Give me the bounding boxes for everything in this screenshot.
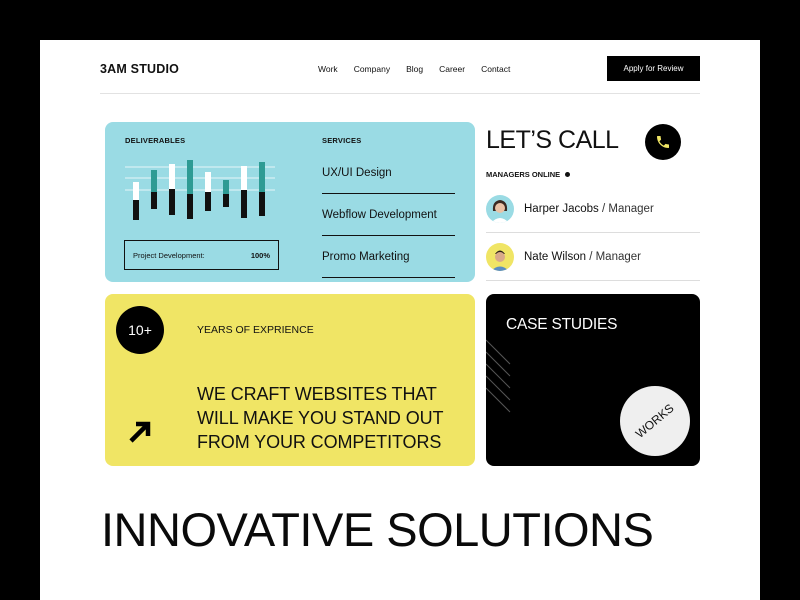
apply-for-review-button[interactable]: Apply for Review (607, 56, 700, 81)
chart-bar (169, 189, 175, 215)
call-button[interactable] (645, 124, 681, 160)
nav-work[interactable]: Work (318, 64, 338, 74)
project-development-label: Project Development: (133, 250, 205, 260)
services-list: UX/UI Design Webflow Development Promo M… (322, 152, 455, 278)
manager-name: Harper Jacobs (524, 203, 599, 215)
chart-bar (205, 192, 211, 211)
nav-company[interactable]: Company (354, 64, 390, 74)
works-label: WORKS (633, 401, 677, 441)
manager-row[interactable]: Harper Jacobs / Manager (486, 186, 700, 233)
header-divider (100, 93, 700, 94)
service-promo-marketing[interactable]: Promo Marketing (322, 236, 455, 278)
chart-bar (133, 200, 139, 220)
case-studies-title: CASE STUDIES (506, 316, 618, 333)
decorative-stripes (486, 339, 511, 413)
deliverables-label: DELIVERABLES (125, 136, 186, 145)
case-studies-card[interactable]: CASE STUDIES WORKS (486, 294, 700, 466)
arrow-up-right-icon (129, 421, 151, 443)
chart-bar (169, 164, 175, 189)
manager-row[interactable]: Nate Wilson / Manager (486, 234, 700, 281)
nav-blog[interactable]: Blog (406, 64, 423, 74)
main-nav: Work Company Blog Career Contact (318, 64, 510, 74)
chart-bar (223, 180, 229, 194)
avatar (486, 243, 514, 271)
logo[interactable]: 3AM STUDIO (100, 62, 179, 76)
manager-role: Manager (595, 251, 641, 263)
deliverables-bar-chart (125, 160, 275, 220)
hero-heading: INNOVATIVE SOLUTIONS (101, 503, 654, 556)
years-label: YEARS OF EXPRIENCE (197, 324, 314, 336)
chart-bar (223, 194, 229, 207)
avatar (486, 195, 514, 223)
managers-online-label: MANAGERS ONLINE (486, 170, 561, 179)
experience-card: 10+ YEARS OF EXPRIENCE WE CRAFT WEBSITES… (105, 294, 475, 466)
chart-bar (151, 192, 157, 209)
chart-bar (187, 160, 193, 194)
project-development-value: 100% (250, 250, 270, 260)
headline: WE CRAFT WEBSITES THAT WILL MAKE YOU STA… (197, 382, 444, 454)
chart-bar (259, 162, 265, 192)
nav-career[interactable]: Career (439, 64, 465, 74)
chart-bar (259, 192, 265, 216)
chart-bar (241, 190, 247, 218)
chart-bar (133, 182, 139, 200)
chart-bar (151, 170, 157, 192)
deliverables-card: DELIVERABLES Project Development: 100% S… (105, 122, 475, 282)
chart-bar (187, 194, 193, 219)
online-dot-icon (565, 172, 571, 177)
works-button[interactable]: WORKS (620, 386, 690, 456)
managers-online: MANAGERS ONLINE (486, 170, 571, 179)
phone-icon (657, 136, 669, 148)
years-badge: 10+ (116, 306, 164, 354)
service-webflow-development[interactable]: Webflow Development (322, 194, 455, 236)
headline-line: WE CRAFT WEBSITES THAT (197, 384, 437, 404)
lets-call-title: LET’S CALL (486, 126, 619, 154)
page: 3AM STUDIO Work Company Blog Career Cont… (40, 40, 760, 600)
chart-bar (205, 172, 211, 192)
services-label: SERVICES (322, 136, 362, 145)
manager-name: Nate Wilson (524, 251, 586, 263)
service-ux-ui-design[interactable]: UX/UI Design (322, 152, 455, 194)
headline-line: FROM YOUR COMPETITORS (197, 432, 442, 452)
manager-role: Manager (608, 203, 654, 215)
headline-line: WILL MAKE YOU STAND OUT (197, 408, 444, 428)
project-development-box: Project Development: 100% (124, 240, 279, 270)
chart-bar (241, 166, 247, 190)
nav-contact[interactable]: Contact (481, 64, 510, 74)
